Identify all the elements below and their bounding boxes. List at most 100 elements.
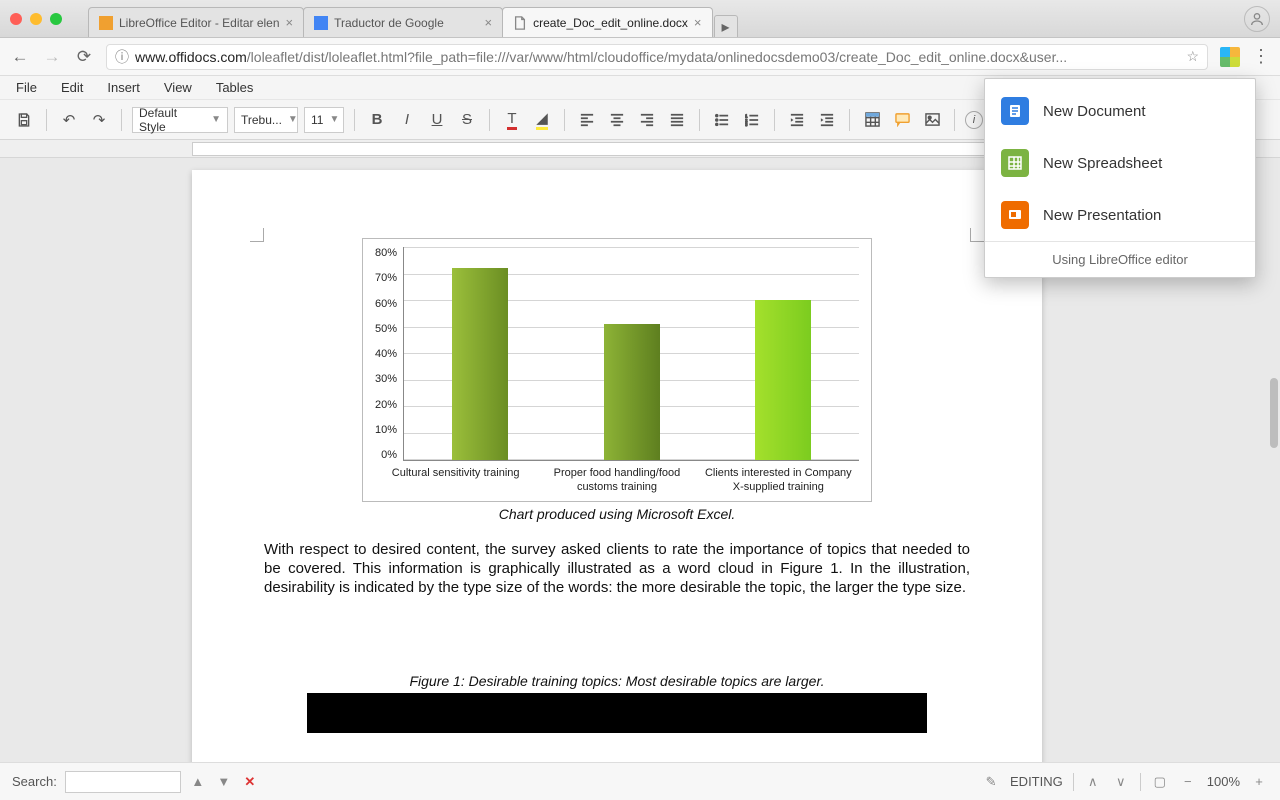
next-page-button[interactable]: ∨ — [1112, 774, 1130, 790]
tab-favicon-icon — [314, 16, 328, 30]
insert-comment-button[interactable] — [890, 108, 914, 132]
minimize-window-icon[interactable] — [30, 13, 42, 25]
italic-button[interactable]: I — [395, 108, 419, 132]
tab-close-icon[interactable]: × — [286, 15, 294, 30]
chart-y-tick: 80% — [375, 247, 397, 259]
menu-file[interactable]: File — [16, 80, 37, 95]
search-input[interactable] — [65, 771, 181, 793]
font-family-combo[interactable]: Trebu...▼ — [234, 107, 298, 133]
browser-tab[interactable]: Traductor de Google× — [303, 7, 503, 37]
doc-icon — [1001, 97, 1029, 125]
search-prev-button[interactable]: ▲ — [189, 774, 207, 789]
vertical-scrollbar[interactable] — [1268, 158, 1278, 762]
prev-page-button[interactable]: ∧ — [1084, 774, 1102, 790]
maximize-window-icon[interactable] — [50, 13, 62, 25]
margin-marker-icon — [970, 228, 984, 242]
svg-text:3: 3 — [745, 122, 748, 127]
close-window-icon[interactable] — [10, 13, 22, 25]
reload-button[interactable]: ⟳ — [74, 47, 94, 67]
indent-button[interactable] — [815, 108, 839, 132]
popup-item-label: New Document — [1043, 103, 1146, 120]
tab-favicon-icon — [99, 16, 113, 30]
document-page: 80%70%60%50%40%30%20%10%0% Cultural sens… — [192, 170, 1042, 762]
back-button[interactable]: ← — [10, 47, 30, 67]
search-next-button[interactable]: ▼ — [215, 774, 233, 789]
chart-y-tick: 70% — [375, 272, 397, 284]
url-path: /loleaflet/dist/loleaflet.html?file_path… — [247, 49, 1067, 65]
sheet-icon — [1001, 149, 1029, 177]
search-close-button[interactable]: ✕ — [241, 774, 259, 790]
chart-x-category: Cultural sensitivity training — [381, 467, 531, 495]
underline-button[interactable]: U — [425, 108, 449, 132]
browser-tab[interactable]: create_Doc_edit_online.docx× — [502, 7, 712, 37]
popup-item-doc[interactable]: New Document — [985, 85, 1255, 137]
browser-toolbar: ← → ⟳ ⓘ www.offidocs.com/loleaflet/dist/… — [0, 38, 1280, 76]
edit-mode-label: EDITING — [1010, 774, 1063, 789]
menu-tables[interactable]: Tables — [216, 80, 254, 95]
menu-edit[interactable]: Edit — [61, 80, 83, 95]
popup-item-sheet[interactable]: New Spreadsheet — [985, 137, 1255, 189]
bullet-list-button[interactable] — [710, 108, 734, 132]
edit-mode-icon[interactable]: ✎ — [982, 774, 1000, 790]
status-bar: Search: ▲ ▼ ✕ ✎ EDITING ∧ ∨ ▢ − 100% + — [0, 762, 1280, 800]
popup-item-pres[interactable]: New Presentation — [985, 189, 1255, 241]
menu-insert[interactable]: Insert — [107, 80, 140, 95]
chart-y-tick: 40% — [375, 348, 397, 360]
paragraph-style-combo[interactable]: Default Style▼ — [132, 107, 228, 133]
align-right-button[interactable] — [635, 108, 659, 132]
body-paragraph[interactable]: With respect to desired content, the sur… — [264, 540, 970, 598]
align-center-button[interactable] — [605, 108, 629, 132]
margin-marker-icon — [250, 228, 264, 242]
zoom-in-button[interactable]: + — [1250, 774, 1268, 789]
chart-plot-area — [403, 247, 859, 461]
insert-image-button[interactable] — [920, 108, 944, 132]
figure-caption: Figure 1: Desirable training topics: Mos… — [264, 673, 970, 689]
chart-y-tick: 10% — [375, 424, 397, 436]
extension-button[interactable] — [1220, 47, 1240, 67]
zoom-level: 100% — [1207, 774, 1240, 789]
redo-button[interactable]: ↷ — [87, 108, 111, 132]
menu-view[interactable]: View — [164, 80, 192, 95]
font-color-button[interactable]: T — [500, 108, 524, 132]
popup-footer: Using LibreOffice editor — [985, 241, 1255, 277]
chart-x-category: Clients interested in Company X-supplied… — [703, 467, 853, 495]
address-bar[interactable]: ⓘ www.offidocs.com/loleaflet/dist/loleaf… — [106, 44, 1208, 70]
insert-table-button[interactable] — [860, 108, 884, 132]
forward-button[interactable]: → — [42, 47, 62, 67]
tab-close-icon[interactable]: × — [694, 15, 702, 30]
save-button[interactable] — [12, 108, 36, 132]
outdent-button[interactable] — [785, 108, 809, 132]
chart-bar — [452, 268, 508, 460]
bookmark-star-icon[interactable]: ☆ — [1186, 48, 1199, 65]
popup-item-label: New Spreadsheet — [1043, 155, 1162, 172]
tab-favicon-icon — [513, 16, 527, 30]
strikethrough-button[interactable]: S — [455, 108, 479, 132]
chart-y-tick: 60% — [375, 298, 397, 310]
bold-button[interactable]: B — [365, 108, 389, 132]
fit-page-button[interactable]: ▢ — [1151, 774, 1169, 790]
align-left-button[interactable] — [575, 108, 599, 132]
new-tab-button[interactable]: ▸ — [714, 15, 738, 37]
highlight-color-button[interactable]: ◢ — [530, 108, 554, 132]
extension-popup: New Document New Spreadsheet New Presentat… — [984, 78, 1256, 278]
profile-avatar-icon[interactable] — [1244, 6, 1270, 32]
align-justify-button[interactable] — [665, 108, 689, 132]
embedded-chart[interactable]: 80%70%60%50%40%30%20%10%0% Cultural sens… — [362, 238, 872, 502]
zoom-out-button[interactable]: − — [1179, 774, 1197, 789]
browser-tabs: LibreOffice Editor - Editar elen×Traduct… — [88, 0, 1236, 37]
chart-bar — [755, 300, 811, 460]
chart-y-tick: 20% — [375, 399, 397, 411]
about-button[interactable]: i — [965, 111, 983, 129]
tab-close-icon[interactable]: × — [485, 15, 493, 30]
chart-caption: Chart produced using Microsoft Excel. — [264, 506, 970, 522]
window-controls — [10, 13, 62, 25]
chart-y-tick: 30% — [375, 373, 397, 385]
numbered-list-button[interactable]: 123 — [740, 108, 764, 132]
browser-tab[interactable]: LibreOffice Editor - Editar elen× — [88, 7, 304, 37]
font-size-combo[interactable]: 11▼ — [304, 107, 344, 133]
browser-menu-button[interactable]: ⋮ — [1252, 46, 1270, 67]
chart-x-axis: Cultural sensitivity trainingProper food… — [375, 467, 859, 495]
url-host: www.offidocs.com — [135, 49, 247, 65]
site-info-icon[interactable]: ⓘ — [115, 47, 129, 67]
undo-button[interactable]: ↶ — [57, 108, 81, 132]
